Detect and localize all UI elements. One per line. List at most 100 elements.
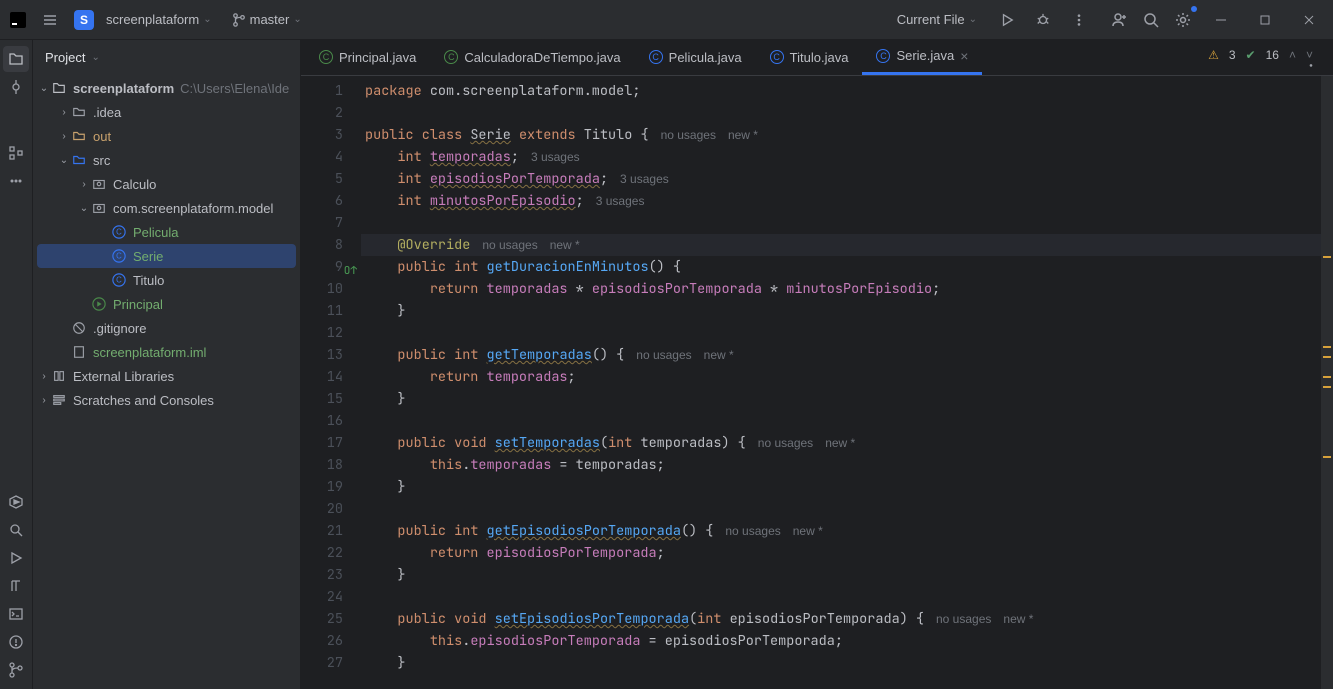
class-icon: C — [770, 50, 784, 64]
tab-label: Pelicula.java — [669, 50, 742, 65]
tree-item-package[interactable]: ⌄ com.screenplataform.model — [33, 196, 300, 220]
tree-label: Pelicula — [133, 225, 179, 240]
problems-tool-icon[interactable] — [3, 629, 29, 655]
override-gutter-icon[interactable]: O↑ — [344, 260, 357, 282]
build-tool-icon[interactable] — [3, 573, 29, 599]
tree-label: Principal — [113, 297, 163, 312]
tree-item-src[interactable]: ⌄ src — [33, 148, 300, 172]
project-tool-icon[interactable] — [3, 46, 29, 72]
services-tool-icon[interactable] — [3, 489, 29, 515]
chevron-down-icon[interactable]: ˅ — [1306, 48, 1313, 62]
tab-titulo[interactable]: C Titulo.java — [756, 39, 863, 75]
vcs-branch-selector[interactable]: master ⌄ — [224, 8, 310, 31]
project-sidebar: Project ⌄ ⌄ screenplataform C:\Users\Ele… — [33, 40, 301, 689]
project-name-label: screenplataform — [106, 12, 199, 27]
debug-button[interactable] — [1029, 6, 1057, 34]
project-selector[interactable]: screenplataform ⌄ — [98, 8, 220, 31]
svg-text:C: C — [116, 228, 122, 237]
terminal-tool-icon[interactable] — [3, 601, 29, 627]
run-config-selector[interactable]: Current File ⌄ — [889, 8, 985, 31]
commit-tool-icon[interactable] — [3, 74, 29, 100]
chevron-up-icon[interactable]: ˄ — [1289, 48, 1296, 62]
main-menu-icon[interactable] — [36, 6, 64, 34]
minimize-button[interactable] — [1201, 6, 1241, 34]
warning-count: 3 — [1229, 48, 1236, 62]
chevron-down-icon: ⌄ — [203, 14, 211, 25]
chevron-down-icon: ⌄ — [969, 14, 977, 25]
code-with-me-icon[interactable] — [1105, 6, 1133, 34]
tool-window-bar-left — [0, 40, 33, 689]
tree-item-idea[interactable]: › .idea — [33, 100, 300, 124]
more-actions-icon[interactable] — [1065, 6, 1093, 34]
sidebar-header[interactable]: Project ⌄ — [33, 40, 300, 74]
project-tree[interactable]: ⌄ screenplataform C:\Users\Elena\Ide › .… — [33, 74, 300, 689]
tree-label: .gitignore — [93, 321, 146, 336]
tree-item-titulo[interactable]: C Titulo — [33, 268, 300, 292]
more-tool-icon[interactable] — [3, 168, 29, 194]
tree-item-calculo[interactable]: › Calculo — [33, 172, 300, 196]
class-icon: C — [649, 50, 663, 64]
tree-item-pelicula[interactable]: C Pelicula — [33, 220, 300, 244]
vcs-tool-icon[interactable] — [3, 657, 29, 683]
error-stripe[interactable] — [1321, 76, 1333, 689]
svg-text:C: C — [116, 276, 122, 285]
editor-tabs: C Principal.java C CalculadoraDeTiempo.j… — [301, 40, 1333, 76]
class-icon: C — [444, 50, 458, 64]
inspection-widget[interactable]: ⚠ 3 ✔ 16 ˄ ˅ — [1204, 46, 1317, 64]
chevron-down-icon: ⌄ — [91, 52, 99, 63]
check-icon: ✔ — [1246, 48, 1256, 62]
structure-tool-icon[interactable] — [3, 140, 29, 166]
gutter: 123 456 78 9O↑ 101112 131415 161718 1920… — [301, 76, 361, 689]
tab-principal[interactable]: C Principal.java — [305, 39, 430, 75]
tree-item-external-libs[interactable]: › External Libraries — [33, 364, 300, 388]
tab-label: Titulo.java — [790, 50, 849, 65]
run-button[interactable] — [993, 6, 1021, 34]
code-content[interactable]: package com.screenplataform.model; publi… — [361, 76, 1333, 689]
tree-label: .idea — [93, 105, 121, 120]
tab-serie[interactable]: C Serie.java × — [862, 39, 982, 75]
tree-label: out — [93, 129, 111, 144]
tab-pelicula[interactable]: C Pelicula.java — [635, 39, 756, 75]
tree-label: Scratches and Consoles — [73, 393, 214, 408]
code-editor[interactable]: 123 456 78 9O↑ 101112 131415 161718 1920… — [301, 76, 1333, 689]
tree-label: screenplataform — [73, 81, 174, 96]
tab-label: Serie.java — [896, 48, 954, 63]
close-icon[interactable]: × — [960, 48, 968, 64]
tab-label: Principal.java — [339, 50, 416, 65]
close-button[interactable] — [1289, 6, 1329, 34]
search-icon[interactable] — [1137, 6, 1165, 34]
tree-label: Titulo — [133, 273, 164, 288]
class-icon: C — [319, 50, 333, 64]
maximize-button[interactable] — [1245, 6, 1285, 34]
project-badge: S — [74, 10, 94, 30]
titlebar: S screenplataform ⌄ master ⌄ Current Fil… — [0, 0, 1333, 40]
app-icon[interactable] — [4, 6, 32, 34]
run-config-label: Current File — [897, 12, 965, 27]
svg-text:C: C — [116, 252, 122, 261]
tree-label: com.screenplataform.model — [113, 201, 273, 216]
tree-item-principal[interactable]: Principal — [33, 292, 300, 316]
tree-label: Calculo — [113, 177, 156, 192]
sidebar-title: Project — [45, 50, 85, 65]
tree-path: C:\Users\Elena\Ide — [180, 81, 289, 96]
tree-item-scratches[interactable]: › Scratches and Consoles — [33, 388, 300, 412]
tab-calculadora[interactable]: C CalculadoraDeTiempo.java — [430, 39, 634, 75]
branch-name-label: master — [250, 12, 290, 27]
chevron-down-icon: ⌄ — [293, 14, 301, 25]
run-tool-icon[interactable] — [3, 545, 29, 571]
tree-label: screenplataform.iml — [93, 345, 206, 360]
class-icon: C — [876, 49, 890, 63]
tree-item-out[interactable]: › out — [33, 124, 300, 148]
tree-label: src — [93, 153, 110, 168]
find-tool-icon[interactable] — [3, 517, 29, 543]
tree-item-gitignore[interactable]: .gitignore — [33, 316, 300, 340]
settings-icon[interactable] — [1169, 6, 1197, 34]
tree-label: Serie — [133, 249, 163, 264]
tree-item-serie[interactable]: C Serie — [37, 244, 296, 268]
editor-area: C Principal.java C CalculadoraDeTiempo.j… — [301, 40, 1333, 689]
check-count: 16 — [1266, 48, 1279, 62]
tree-label: External Libraries — [73, 369, 174, 384]
tree-root[interactable]: ⌄ screenplataform C:\Users\Elena\Ide — [33, 76, 300, 100]
warning-icon: ⚠ — [1208, 48, 1219, 62]
tree-item-iml[interactable]: screenplataform.iml — [33, 340, 300, 364]
